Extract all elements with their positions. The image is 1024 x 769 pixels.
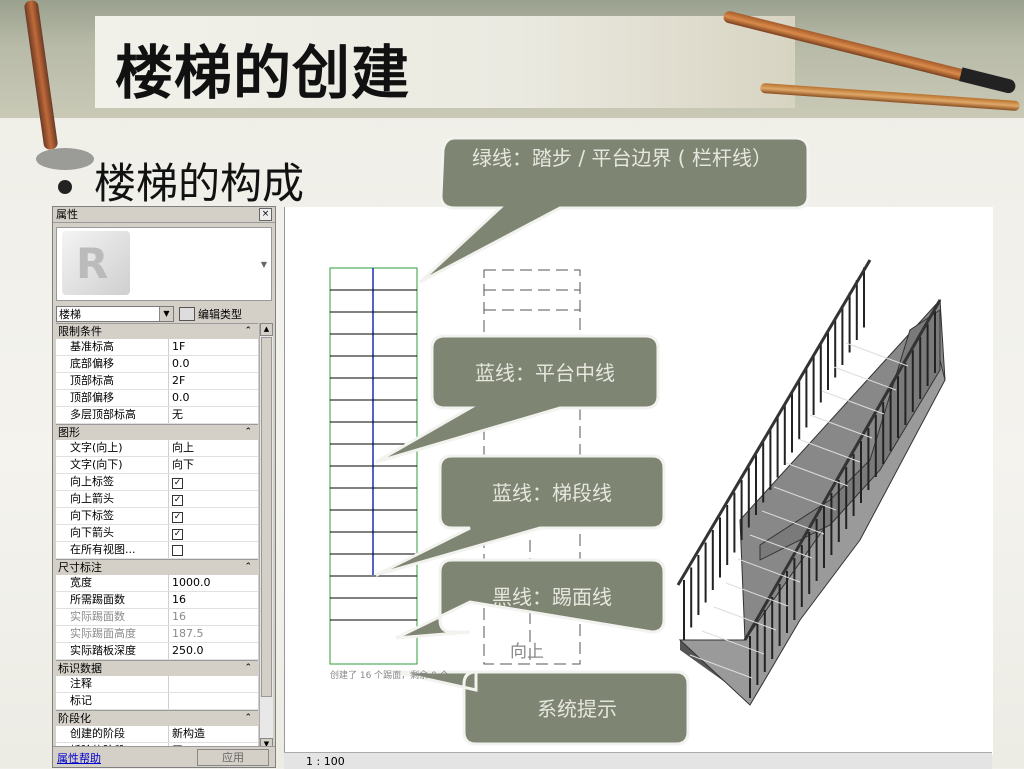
callout-blue-landing bbox=[375, 334, 660, 464]
callout-system-text: 系统提示 bbox=[537, 697, 617, 721]
callout-green-text: 绿线：踏步 / 平台边界 ( 栏杆线） bbox=[472, 146, 772, 170]
callout-blue-run-text: 蓝线：梯段线 bbox=[492, 481, 612, 505]
callout-blue-landing-text: 蓝线：平台中线 bbox=[475, 361, 615, 385]
stair-3d-model bbox=[676, 259, 946, 706]
callout-blue-run bbox=[375, 454, 666, 577]
view-scale[interactable]: 1 : 100 bbox=[306, 755, 345, 768]
view-control-bar: 1 : 100 bbox=[284, 752, 992, 769]
up-label: 向上 bbox=[510, 642, 544, 662]
system-prompt-text: 创建了 16 个踢面，剩余 0 个 bbox=[330, 671, 449, 681]
callout-black-text: 黑线：踢面线 bbox=[492, 585, 612, 609]
